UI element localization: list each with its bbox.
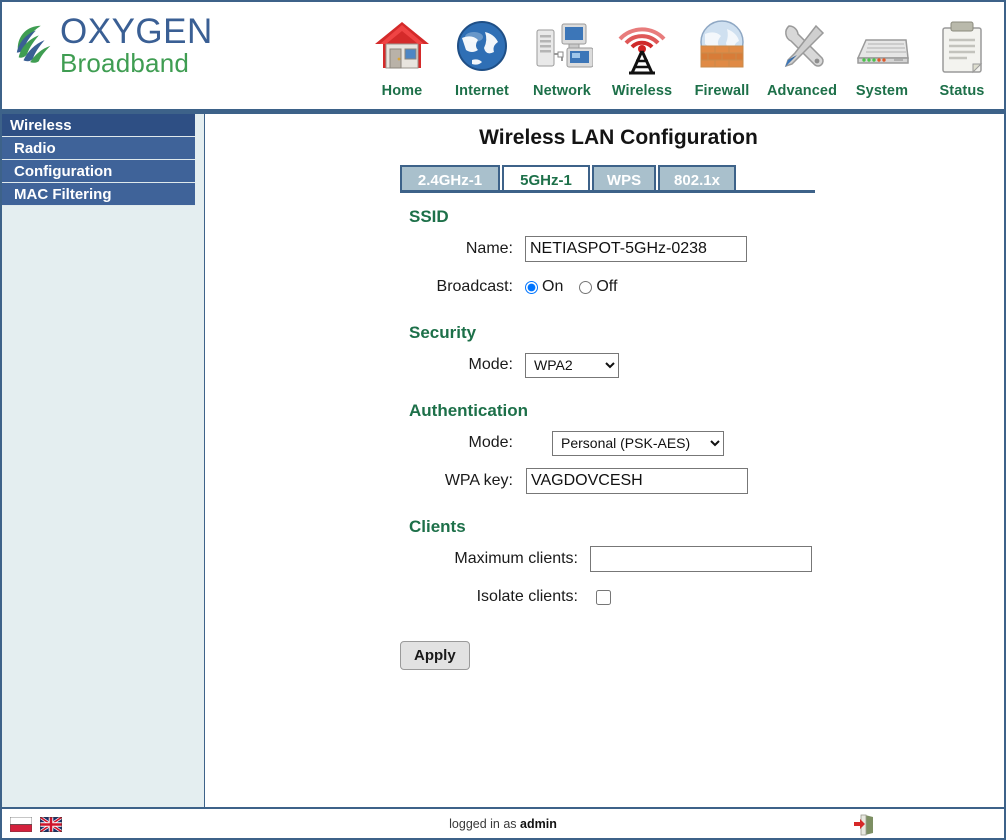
footer: logged in as admin [2, 807, 1004, 838]
globe-swirl-logo-icon [16, 25, 51, 63]
tab-5ghz-1[interactable]: 5GHz-1 [502, 165, 590, 192]
antenna-icon [602, 10, 682, 82]
wrench-screwdriver-icon [762, 10, 842, 82]
isolate-clients-checkbox[interactable] [596, 589, 611, 605]
clipboard-icon [922, 10, 1002, 82]
row-auth-mode: Mode: Personal (PSK-AES) [400, 429, 1004, 457]
row-security-mode: Mode: WPA2 [400, 351, 1004, 379]
nav-label-network: Network [533, 83, 591, 99]
wpa-key-input[interactable] [526, 468, 748, 494]
broadcast-on-label: On [542, 278, 564, 295]
label-ssid-broadcast: Broadcast: [436, 278, 513, 295]
nav-label-system: System [855, 83, 909, 99]
label-security-mode: Mode: [468, 356, 513, 373]
computers-icon [522, 10, 602, 82]
label-maximum-clients: Maximum clients: [454, 550, 578, 567]
nav-item-advanced[interactable]: Advanced [762, 10, 842, 99]
tab-8021x[interactable]: 802.1x [658, 165, 736, 192]
body-area: Wireless Radio Configuration MAC Filteri… [2, 114, 1004, 807]
login-status-user: admin [520, 817, 557, 831]
maximum-clients-input[interactable] [590, 546, 812, 572]
nav-item-firewall[interactable]: Firewall [682, 10, 762, 99]
main-navigation: Home Internet Network Wireless Firewall … [362, 10, 1002, 99]
router-admin-page: OXYGEN Broadband Home Internet Network W… [0, 0, 1006, 840]
broadcast-radio-group: On Off [525, 278, 617, 296]
wireless-config-form: SSID Name: Broadcast: On Off [400, 207, 1004, 611]
brick-wall-globe-icon [682, 10, 762, 82]
broadcast-option-on[interactable]: On [525, 278, 563, 296]
broadcast-radio-on[interactable] [525, 280, 538, 294]
nav-label-firewall: Firewall [694, 83, 750, 99]
nav-label-advanced: Advanced [766, 83, 838, 99]
broadcast-option-off[interactable]: Off [579, 278, 617, 296]
nav-label-home: Home [381, 83, 423, 99]
ssid-name-input[interactable] [525, 236, 747, 262]
sidebar-item-radio[interactable]: Radio [2, 137, 195, 160]
label-isolate-clients: Isolate clients: [476, 588, 578, 605]
sidebar: Wireless Radio Configuration MAC Filteri… [2, 114, 205, 807]
login-status-prefix: logged in as [449, 817, 521, 831]
sidebar-item-configuration[interactable]: Configuration [2, 160, 195, 183]
sidebar-header-wireless[interactable]: Wireless [2, 114, 195, 137]
brand-name-secondary: Broadband [60, 48, 190, 78]
tab-underline [400, 190, 815, 193]
nav-item-status[interactable]: Status [922, 10, 1002, 99]
label-wpa-key: WPA key: [444, 472, 513, 489]
label-ssid-name: Name: [465, 240, 513, 257]
row-maximum-clients: Maximum clients: [400, 545, 1004, 573]
apply-button[interactable]: Apply [400, 641, 470, 670]
broadcast-radio-off[interactable] [579, 280, 593, 294]
nav-item-network[interactable]: Network [522, 10, 602, 99]
row-wpa-key: WPA key: [400, 467, 1004, 495]
row-isolate-clients: Isolate clients: [400, 583, 1004, 611]
row-ssid-broadcast: Broadcast: On Off [400, 273, 1004, 301]
brand-name-primary: OXYGEN [60, 12, 213, 51]
broadcast-off-label: Off [596, 278, 618, 295]
row-ssid-name: Name: [400, 235, 1004, 263]
nav-item-system[interactable]: System [842, 10, 922, 99]
header: OXYGEN Broadband Home Internet Network W… [2, 2, 1004, 114]
nav-label-internet: Internet [455, 83, 509, 99]
tab-strip: 2.4GHz-1 5GHz-1 WPS 802.1x [400, 163, 1004, 193]
tab-24ghz-1[interactable]: 2.4GHz-1 [400, 165, 500, 192]
page-title: Wireless LAN Configuration [479, 126, 758, 149]
content-area: Wireless LAN Configuration 2.4GHz-1 5GHz… [205, 114, 1004, 807]
logout-icon[interactable] [852, 812, 876, 836]
nav-item-wireless[interactable]: Wireless [602, 10, 682, 99]
section-title-clients: Clients [409, 517, 466, 536]
nav-label-wireless: Wireless [611, 83, 673, 99]
brand-logo[interactable]: OXYGEN Broadband [12, 14, 213, 76]
sidebar-item-mac-filtering[interactable]: MAC Filtering [2, 183, 195, 206]
nav-item-internet[interactable]: Internet [442, 10, 522, 99]
section-title-ssid: SSID [409, 207, 449, 226]
section-title-authentication: Authentication [409, 401, 528, 420]
auth-mode-select[interactable]: Personal (PSK-AES) [552, 430, 724, 456]
nav-item-home[interactable]: Home [362, 10, 442, 99]
tab-wps[interactable]: WPS [592, 165, 656, 192]
label-auth-mode: Mode: [468, 434, 513, 451]
security-mode-select[interactable]: WPA2 [525, 352, 619, 378]
section-title-security: Security [409, 323, 477, 342]
globe-icon [442, 10, 522, 82]
nav-label-status: Status [939, 83, 985, 99]
house-icon [362, 10, 442, 82]
modem-icon [842, 10, 922, 82]
apply-button-wrapper: Apply [400, 641, 1004, 670]
